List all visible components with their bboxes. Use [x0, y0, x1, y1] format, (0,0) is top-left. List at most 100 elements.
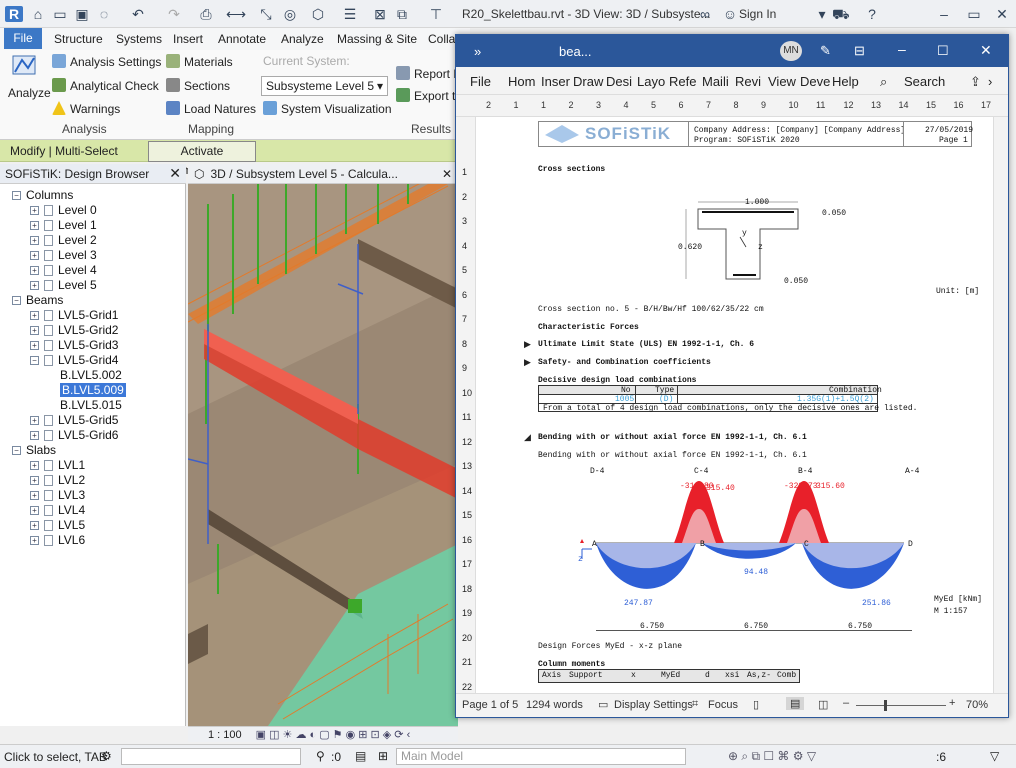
collapse-icon[interactable]: −	[12, 296, 21, 305]
word-tab-home[interactable]: Hom	[508, 74, 535, 89]
tree-node-level[interactable]: + Level 1	[30, 218, 97, 233]
system-visualization-button[interactable]: System Visualization	[263, 101, 392, 116]
workset-field[interactable]	[121, 748, 301, 765]
binoculars-icon[interactable]: ∞	[697, 6, 713, 22]
tab-insert[interactable]: Insert	[173, 32, 203, 46]
tree-node-slab[interactable]: + LVL6	[30, 533, 85, 548]
expand-icon[interactable]: +	[30, 431, 39, 440]
expand-icon[interactable]: +	[30, 251, 39, 260]
expand-icon[interactable]: +	[30, 221, 39, 230]
qat-expand-icon[interactable]: »	[474, 44, 481, 59]
ribbon-display-icon[interactable]: ⊟	[854, 43, 865, 59]
editable-only-icon[interactable]: ⚲	[316, 749, 325, 763]
tree-node-grid[interactable]: + LVL5-Grid3	[30, 338, 118, 353]
open-icon[interactable]: ▭	[52, 6, 68, 22]
filter-icon[interactable]: ▽	[990, 749, 999, 763]
maximize-icon[interactable]: ▭	[966, 6, 982, 22]
analysis-settings-button[interactable]: Analysis Settings	[52, 54, 161, 69]
word-tab-file[interactable]: File	[470, 74, 491, 89]
close-icon[interactable]: ✕	[442, 167, 452, 181]
tree-node-slab[interactable]: + LVL5	[30, 518, 85, 533]
tag-icon[interactable]: ◎	[282, 6, 298, 22]
close-hidden-icon[interactable]: ⊠	[372, 6, 388, 22]
word-tab-design[interactable]: Desi	[606, 74, 632, 89]
word-tab-developer[interactable]: Deve	[800, 74, 830, 89]
word-tab-layout[interactable]: Layo	[637, 74, 665, 89]
design-options-icon[interactable]: ▤	[355, 749, 366, 763]
collapse-icon[interactable]: −	[12, 191, 21, 200]
word-tab-help[interactable]: Help	[832, 74, 859, 89]
print-layout-icon[interactable]: ▤	[786, 697, 805, 710]
tree-node-level[interactable]: + Level 3	[30, 248, 97, 263]
zoom-out-icon[interactable]: –	[843, 697, 849, 709]
tree-node-slab[interactable]: + LVL2	[30, 473, 85, 488]
tab-collaborate[interactable]: Colla	[428, 32, 455, 46]
view-scale[interactable]: 1 : 100	[208, 729, 242, 741]
maximize-icon[interactable]: ☐	[937, 43, 949, 59]
warnings-button[interactable]: Warnings	[52, 101, 120, 116]
close-icon[interactable]: ✕	[980, 42, 992, 59]
tree-node-grid[interactable]: + LVL5-Grid1	[30, 308, 118, 323]
word-tab-insert[interactable]: Inser	[541, 74, 570, 89]
read-mode-icon[interactable]: ▯	[753, 698, 759, 711]
zoom-in-icon[interactable]: +	[949, 697, 955, 709]
collapse-icon[interactable]: −	[30, 356, 39, 365]
sign-in-link[interactable]: Sign In	[739, 7, 776, 21]
word-tab-mailings[interactable]: Maili	[702, 74, 729, 89]
expand-icon[interactable]: +	[30, 236, 39, 245]
web-layout-icon[interactable]: ◫	[818, 698, 828, 711]
load-natures-button[interactable]: Load Natures	[166, 101, 256, 116]
word-tab-references[interactable]: Refe	[669, 74, 696, 89]
tree-node-beam[interactable]: B.LVL5.009	[60, 383, 126, 398]
close-icon[interactable]: ✕	[169, 165, 181, 182]
expand-icon[interactable]: +	[30, 281, 39, 290]
expand-uls-icon[interactable]: ▶	[524, 339, 531, 350]
tree-node-slab[interactable]: + LVL4	[30, 503, 85, 518]
search-box[interactable]: Search	[904, 74, 945, 89]
undo-icon[interactable]: ↶	[130, 6, 146, 22]
word-tab-review[interactable]: Revi	[735, 74, 761, 89]
dimension-icon[interactable]: ⤡	[258, 6, 274, 22]
measure-icon[interactable]: ⟷	[226, 6, 246, 22]
expand-icon[interactable]: +	[30, 521, 39, 530]
sections-button[interactable]: Sections	[166, 78, 230, 93]
main-model-select[interactable]: Main Model	[396, 748, 686, 765]
materials-button[interactable]: Materials	[166, 54, 233, 69]
3d-view-icon[interactable]: ⬡	[310, 6, 326, 22]
revit-logo-icon[interactable]: R	[5, 6, 23, 22]
word-count[interactable]: 1294 words	[526, 699, 583, 711]
selection-tools-icons[interactable]: ⊕ ⌕ ⧉ ☐ ⌘ ⚙ ▽	[728, 749, 816, 764]
page-count[interactable]: Page 1 of 5	[462, 699, 518, 711]
save-icon[interactable]: ▣	[74, 6, 90, 22]
view-tab[interactable]: ⬡ 3D / Subsystem Level 5 - Calcula... ✕	[188, 164, 458, 184]
activate-dimensions-button[interactable]: Activate Dimensions	[148, 141, 256, 177]
tab-file[interactable]: File	[4, 28, 42, 49]
user-icon[interactable]: ☺	[722, 6, 738, 22]
analytical-check-button[interactable]: Analytical Check	[52, 78, 159, 93]
word-tab-view[interactable]: View	[768, 74, 796, 89]
expand-icon[interactable]: +	[30, 491, 39, 500]
tab-analyze[interactable]: Analyze	[281, 32, 324, 46]
user-avatar[interactable]: MN	[780, 41, 802, 61]
tree-node-level[interactable]: + Level 4	[30, 263, 97, 278]
display-settings-button[interactable]: Display Settings	[614, 699, 693, 711]
tree-node-grid[interactable]: + LVL5-Grid6	[30, 428, 118, 443]
tree-node-slab[interactable]: + LVL3	[30, 488, 85, 503]
tree-node-grid[interactable]: − LVL5-Grid4	[30, 353, 118, 368]
tree-node-columns[interactable]: − Columns	[12, 188, 73, 203]
tree-node-slabs[interactable]: − Slabs	[12, 443, 56, 458]
focus-button[interactable]: Focus	[708, 699, 738, 711]
3d-view-canvas[interactable]	[188, 164, 458, 726]
tree-node-level[interactable]: + Level 0	[30, 203, 97, 218]
dropdown-icon[interactable]: ▾	[814, 6, 830, 22]
tree-node-slab[interactable]: + LVL1	[30, 458, 85, 473]
expand-icon[interactable]: +	[30, 266, 39, 275]
customize-icon[interactable]: ⊤	[428, 6, 444, 22]
zoom-slider[interactable]	[856, 705, 946, 706]
expand-icon[interactable]: +	[30, 476, 39, 485]
horizontal-ruler[interactable]: 2 1 1 2 3 4 5 6 7 8 9 10 11 12 13 14 15 16 17	[456, 95, 1008, 117]
analyze-icon[interactable]	[10, 52, 40, 80]
share-icon[interactable]: ⇪	[970, 74, 981, 90]
print-icon[interactable]: ⎙	[198, 6, 214, 22]
tree-node-beam[interactable]: B.LVL5.002	[60, 368, 122, 383]
